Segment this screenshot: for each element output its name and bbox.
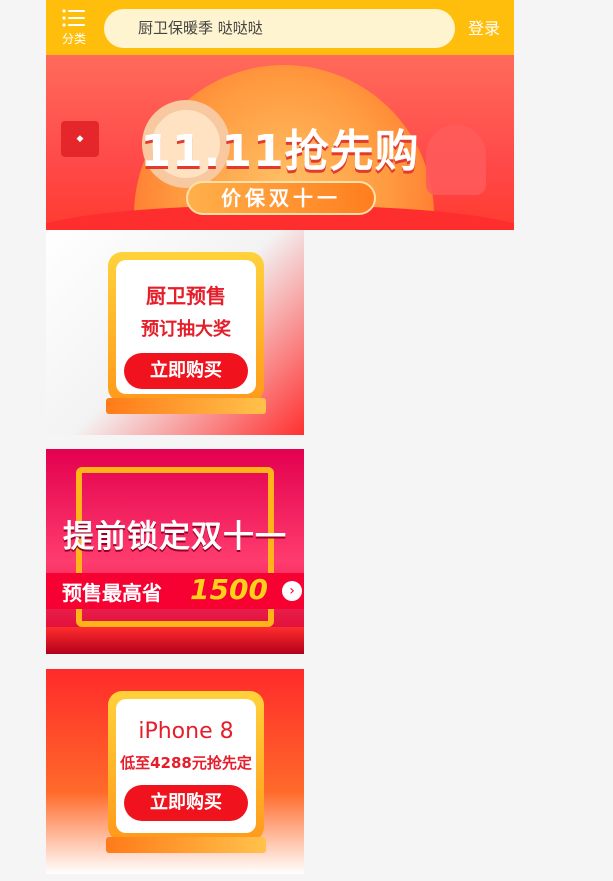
promo-subheadline: 低至4288元抢先定 <box>120 754 252 772</box>
promo-headline: iPhone 8 <box>138 719 234 744</box>
category-menu-button[interactable]: 分类 <box>56 6 92 52</box>
promo-card-frame: 厨卫预售 预订抽大奖 立即购买 <box>108 252 264 402</box>
search-input[interactable]: 厨卫保暖季 哒哒哒 <box>104 9 455 48</box>
app: 分类 厨卫保暖季 哒哒哒 登录 ◆ 11.11抢先购 价保双十一 厨卫预售 预订… <box>46 0 514 881</box>
promo-bottom-strip <box>46 627 304 654</box>
savings-label: 预售最高省 <box>62 581 162 605</box>
list-menu-icon <box>62 9 85 27</box>
promo-card-content: iPhone 8 低至4288元抢先定 立即购买 <box>116 699 256 833</box>
category-menu-label: 分类 <box>61 32 86 46</box>
promo-savings-banner: 预售最高省 1500 › <box>46 573 304 609</box>
buy-now-button[interactable]: 立即购买 <box>124 353 248 389</box>
promo-iphone[interactable]: iPhone 8 低至4288元抢先定 立即购买 <box>46 669 304 874</box>
promo-podium <box>106 398 266 414</box>
promo-kitchen-presale[interactable]: 厨卫预售 预订抽大奖 立即购买 <box>46 230 304 435</box>
arrow-right-icon[interactable]: › <box>282 581 302 601</box>
top-bar: 分类 厨卫保暖季 哒哒哒 登录 <box>46 0 514 55</box>
promo-card-content: 厨卫预售 预订抽大奖 立即购买 <box>116 260 256 394</box>
search-placeholder: 厨卫保暖季 哒哒哒 <box>138 19 263 37</box>
promo-headline: 厨卫预售 <box>146 284 226 308</box>
buy-now-button[interactable]: 立即购买 <box>124 785 248 821</box>
hero-banner[interactable]: ◆ 11.11抢先购 价保双十一 <box>46 55 514 230</box>
savings-amount: 1500 <box>190 573 268 606</box>
hero-subtitle: 价保双十一 <box>186 181 376 215</box>
promo-subheadline: 预订抽大奖 <box>141 319 231 340</box>
hero-title: 11.11抢先购 <box>140 126 420 177</box>
login-link[interactable]: 登录 <box>468 15 500 39</box>
promo-headline: 提前锁定双十一 <box>63 519 287 555</box>
promo-double-eleven[interactable]: 提前锁定双十一 预售最高省 1500 › <box>46 449 304 654</box>
promo-podium <box>106 837 266 853</box>
promo-card-frame: iPhone 8 低至4288元抢先定 立即购买 <box>108 691 264 841</box>
